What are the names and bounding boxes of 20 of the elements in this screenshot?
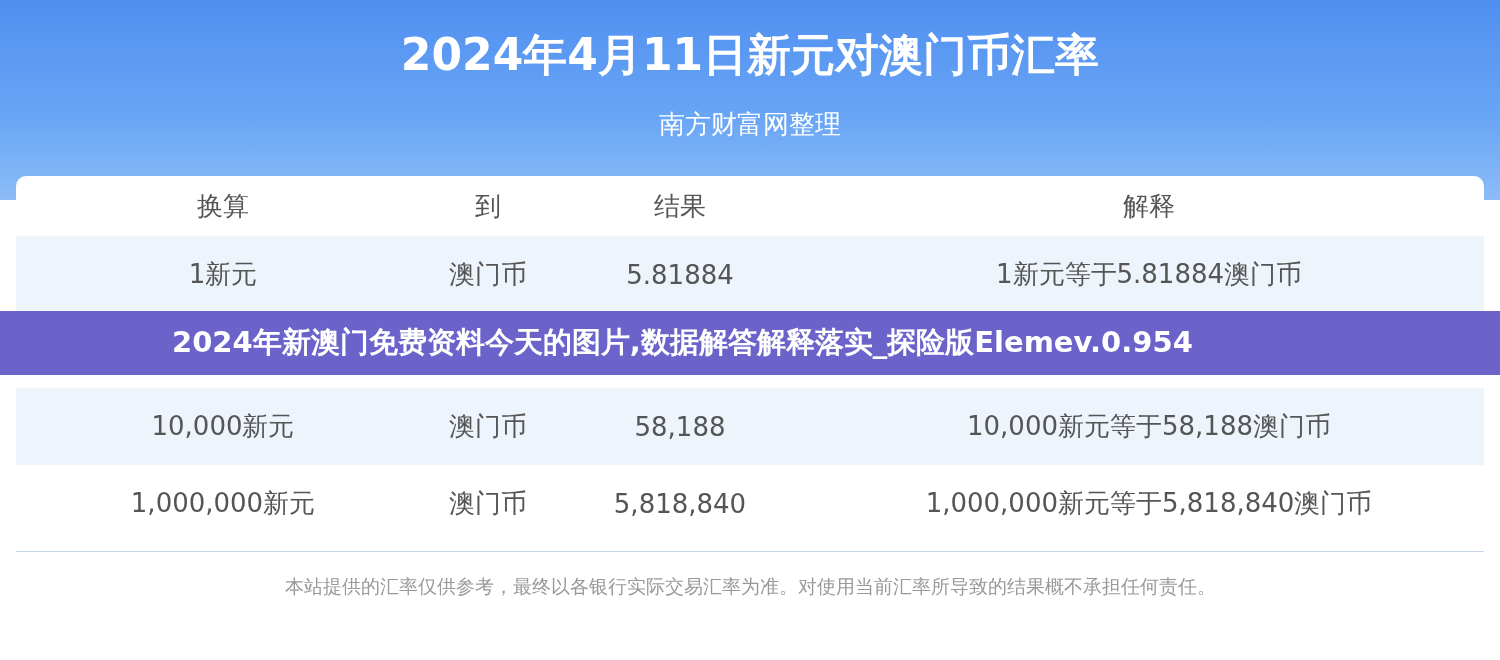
table-cell-text: 1,000,000新元等于5,818,840澳门币 — [924, 487, 1374, 520]
table-cell-text: 10,000新元等于58,188澳门币 — [966, 410, 1332, 443]
table-cell-text: 澳门币 — [448, 487, 528, 520]
table-cell-text: 澳门币 — [448, 258, 528, 291]
table-cell-text: 5.81884 — [625, 259, 735, 290]
column-header: 结果 — [653, 189, 707, 223]
table-cell-text: 10,000新元 — [150, 410, 296, 443]
disclaimer-text: 本站提供的汇率仅供参考，最终以各银行实际交易汇率为准。对使用当前汇率所导致的结果概不承担任何责任。 — [284, 574, 1216, 599]
table-cell-text: 1,000,000新元 — [129, 487, 317, 520]
table-cell-text: 5,818,840 — [612, 488, 748, 519]
subtitle: 南方财富网整理 — [659, 108, 841, 141]
banner-text: 2024年新澳门免费资料今天的图片,数据解答解释落实_探险版Elemev.0.954 — [172, 324, 1193, 361]
table-cell-text: 1新元 — [187, 258, 259, 291]
page-title: 2024年4月11日新元对澳门币汇率 — [400, 28, 1100, 82]
table-cell-text: 58,188 — [633, 411, 727, 442]
column-header: 换算 — [196, 189, 250, 223]
column-header: 到 — [474, 189, 502, 223]
table-cell-text: 澳门币 — [448, 410, 528, 443]
column-header: 解释 — [1122, 189, 1176, 223]
table-cell-text: 1新元等于5.81884澳门币 — [994, 258, 1304, 291]
